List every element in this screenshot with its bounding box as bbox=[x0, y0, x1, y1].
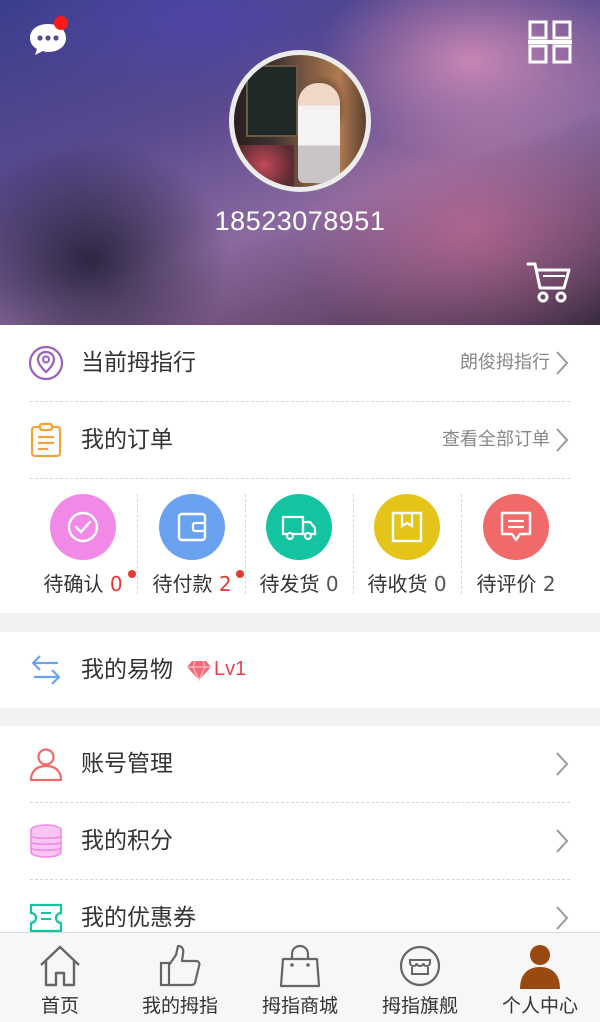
coupon-icon bbox=[29, 903, 63, 933]
person-icon bbox=[520, 945, 560, 989]
status-circle bbox=[266, 494, 332, 560]
my-points-row[interactable]: 我的积分 bbox=[0, 803, 600, 879]
menu-section: 账号管理 我的积分 我的优惠券 bbox=[0, 726, 600, 933]
avatar[interactable] bbox=[229, 50, 371, 192]
my-trade-row[interactable]: 我的易物 bbox=[0, 632, 600, 708]
unread-badge bbox=[54, 16, 68, 30]
current-bank-title: 当前拇指行 bbox=[81, 350, 196, 376]
nav-flagship[interactable]: 拇指旗舰 bbox=[360, 933, 480, 1022]
wallet-icon bbox=[177, 512, 207, 542]
account-management-row[interactable]: 账号管理 bbox=[0, 726, 600, 802]
clipboard-icon bbox=[30, 422, 62, 458]
thumb-icon bbox=[159, 944, 201, 987]
my-coupons-title: 我的优惠券 bbox=[81, 905, 196, 931]
status-label: 待发货 0 bbox=[259, 572, 339, 596]
notification-dot bbox=[236, 570, 244, 578]
bag-icon bbox=[279, 944, 321, 988]
status-pending-shipment[interactable]: 待发货 0 bbox=[245, 494, 353, 602]
current-bank-value: 朗俊拇指行 bbox=[460, 352, 550, 373]
store-icon bbox=[399, 945, 441, 987]
current-bank-row[interactable]: 当前拇指行 朗俊拇指行 bbox=[0, 325, 600, 401]
avatar-photo-person bbox=[298, 83, 340, 183]
nav-label: 拇指商城 bbox=[261, 995, 338, 1017]
nav-profile[interactable]: 个人中心 bbox=[480, 933, 600, 1022]
bottom-nav: 首页 我的拇指 拇指商城 拇指旗舰 个人中心 bbox=[0, 932, 600, 1022]
comment-icon bbox=[500, 511, 532, 542]
nav-label: 我的拇指 bbox=[141, 995, 218, 1017]
status-label: 待评价 2 bbox=[476, 572, 556, 596]
user-phone: 18523078951 bbox=[214, 206, 386, 236]
my-orders-title: 我的订单 bbox=[81, 427, 173, 453]
status-pending-confirm[interactable]: 待确认 0 bbox=[29, 494, 137, 602]
avatar-photo-plants bbox=[234, 145, 294, 187]
status-pending-payment[interactable]: 待付款 2 bbox=[138, 494, 246, 602]
nav-home[interactable]: 首页 bbox=[0, 933, 120, 1022]
chevron-right-icon bbox=[556, 351, 569, 375]
nav-mall[interactable]: 拇指商城 bbox=[240, 933, 360, 1022]
notification-dot bbox=[128, 570, 136, 578]
member-level-badge: Lv1 bbox=[186, 658, 246, 681]
nav-label: 拇指旗舰 bbox=[381, 995, 458, 1017]
profile-page: 18523078951 当前拇指行 朗俊拇指行 我的订单 查看全部订单 待确认 … bbox=[0, 0, 600, 1022]
my-orders-row[interactable]: 我的订单 查看全部订单 bbox=[0, 402, 600, 478]
package-icon bbox=[391, 511, 423, 543]
location-icon bbox=[28, 345, 64, 381]
avatar-photo-board bbox=[246, 65, 298, 137]
status-label: 待确认 0 bbox=[43, 572, 123, 596]
diamond-icon bbox=[187, 660, 211, 681]
account-management-title: 账号管理 bbox=[81, 751, 173, 777]
chevron-right-icon bbox=[556, 906, 569, 930]
status-circle bbox=[374, 494, 440, 560]
status-label: 待付款 2 bbox=[152, 572, 232, 596]
level-text: Lv1 bbox=[214, 658, 247, 680]
status-pending-receipt[interactable]: 待收货 0 bbox=[353, 494, 461, 602]
nav-label: 首页 bbox=[40, 995, 79, 1017]
qr-scan-icon[interactable] bbox=[528, 20, 572, 64]
status-label: 待收货 0 bbox=[367, 572, 447, 596]
status-pending-review[interactable]: 待评价 2 bbox=[462, 494, 570, 602]
divider bbox=[30, 478, 570, 479]
chevron-right-icon bbox=[556, 752, 569, 776]
truck-icon bbox=[281, 515, 317, 541]
status-circle bbox=[50, 494, 116, 560]
check-circle-icon bbox=[67, 511, 99, 543]
chevron-right-icon bbox=[556, 428, 569, 452]
nav-label: 个人中心 bbox=[501, 995, 578, 1017]
my-points-title: 我的积分 bbox=[81, 828, 173, 854]
view-all-orders-link[interactable]: 查看全部订单 bbox=[442, 426, 550, 454]
status-circle bbox=[483, 494, 549, 560]
chevron-right-icon bbox=[556, 829, 569, 853]
status-circle bbox=[159, 494, 225, 560]
user-icon bbox=[29, 748, 63, 782]
trade-section: 我的易物 bbox=[0, 632, 600, 708]
exchange-icon bbox=[31, 655, 61, 685]
coins-icon bbox=[30, 824, 62, 858]
cart-icon[interactable] bbox=[526, 260, 572, 304]
my-trade-title: 我的易物 bbox=[81, 657, 173, 683]
nav-my-thumb[interactable]: 我的拇指 bbox=[120, 933, 240, 1022]
home-icon bbox=[40, 945, 80, 987]
profile-header: 18523078951 bbox=[0, 0, 600, 325]
